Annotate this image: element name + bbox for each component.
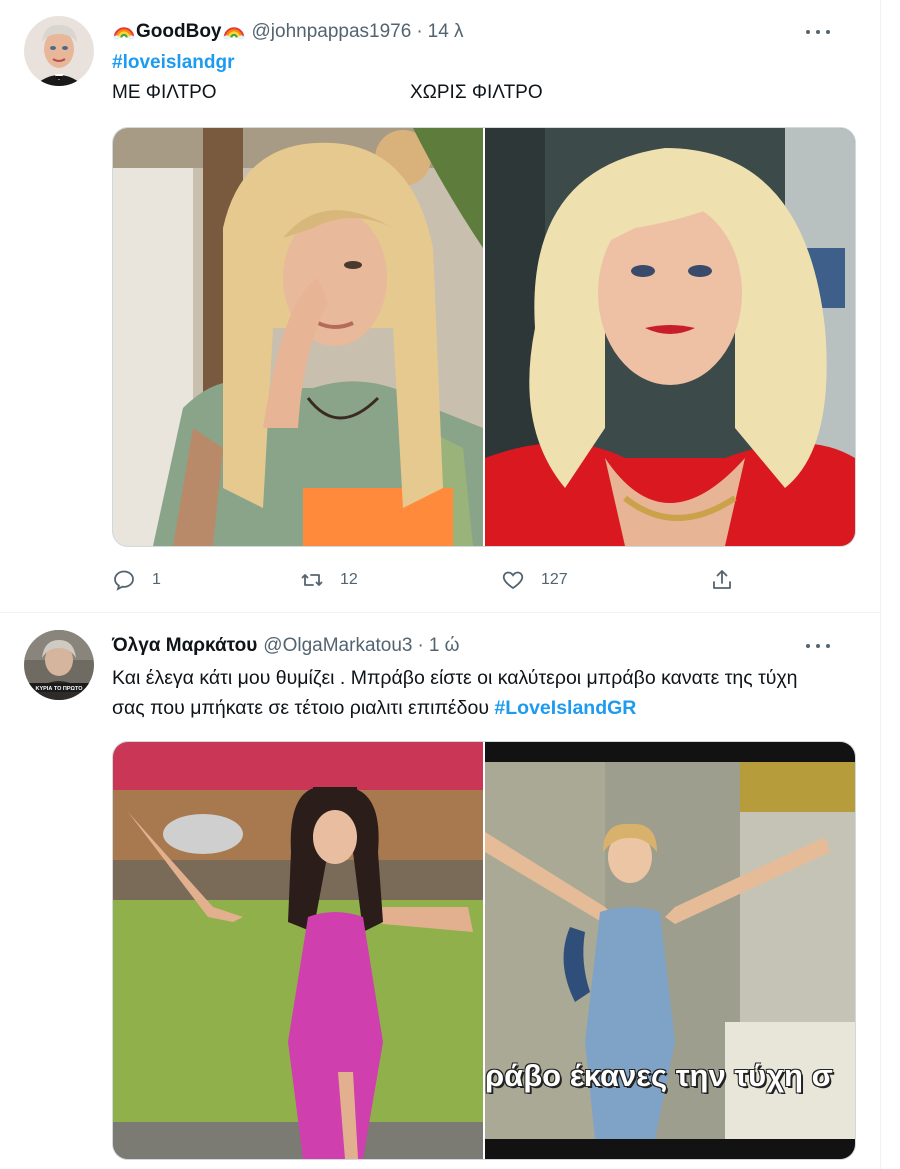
tweet-timestamp[interactable]: 1 ώ: [429, 635, 460, 657]
display-name-text[interactable]: GoodBoy: [136, 21, 222, 43]
reply-button[interactable]: 1: [112, 565, 161, 595]
tweet-1[interactable]: GoodBoy @johnpappas1976 · 14 λ #loveisla…: [0, 0, 880, 613]
media-grid: [112, 127, 856, 547]
tweet-text: ΜΕ ΦΙΛΤΡΟ ΧΩΡΙΣ ΦΙΛΤΡΟ: [112, 82, 772, 108]
reply-icon: [114, 570, 134, 591]
rainbow-emoji-icon: [222, 27, 245, 40]
tweet-header: GoodBoy @johnpappas1976 · 14 λ: [112, 18, 856, 46]
user-handle[interactable]: @johnpappas1976: [252, 21, 412, 43]
like-button[interactable]: 127: [501, 565, 568, 595]
display-name[interactable]: GoodBoy: [112, 21, 246, 43]
retweet-button[interactable]: 12: [300, 565, 358, 595]
reply-count: 1: [152, 571, 161, 588]
share-button[interactable]: [710, 565, 750, 595]
separator-dot: ·: [416, 21, 423, 42]
avatar-caption: ΚΥΡΙΑ ΤΟ ΠΡΩΤΟ: [36, 686, 84, 692]
caption-with-filter: ΜΕ ΦΙΛΤΡΟ: [112, 82, 217, 103]
rainbow-emoji-icon: [113, 27, 135, 40]
more-icon[interactable]: [806, 22, 830, 42]
user-handle[interactable]: @OlgaMarkatou3: [263, 635, 412, 657]
avatar[interactable]: [24, 16, 94, 86]
tweet-2[interactable]: ΚΥΡΙΑ ΤΟ ΠΡΩΤΟ Όλγα Μαρκάτου @OlgaMarkat…: [0, 613, 880, 1169]
tweet-text-body: Και έλεγα κάτι μου θυμίζει . Μπράβο είστ…: [112, 667, 798, 719]
separator-dot: ·: [417, 635, 424, 656]
photo-left[interactable]: [113, 742, 483, 1159]
heart-icon: [502, 571, 524, 590]
hashtag-link[interactable]: #LoveIslandGR: [494, 697, 636, 719]
share-icon: [713, 570, 731, 589]
tweet-text: Και έλεγα κάτι μου θυμίζει . Μπράβο είστ…: [112, 663, 832, 723]
video-right[interactable]: ράβο έκανες την τύχη σ: [485, 742, 855, 1159]
photo-left[interactable]: [113, 128, 483, 546]
tweet-actions: 1 12 127: [112, 565, 752, 595]
media-grid: ράβο έκανες την τύχη σ: [112, 741, 856, 1160]
like-count: 127: [541, 571, 568, 588]
more-icon[interactable]: [806, 636, 830, 656]
tweet-header: Όλγα Μαρκάτου @OlgaMarkatou3 · 1 ώ: [112, 632, 856, 660]
avatar[interactable]: ΚΥΡΙΑ ΤΟ ΠΡΩΤΟ: [24, 630, 94, 700]
retweet-count: 12: [340, 571, 358, 588]
display-name[interactable]: Όλγα Μαρκάτου: [112, 635, 257, 657]
timeline-feed: GoodBoy @johnpappas1976 · 14 λ #loveisla…: [0, 0, 881, 1169]
tweet-timestamp[interactable]: 14 λ: [428, 21, 464, 43]
photo-right[interactable]: [485, 128, 855, 546]
hashtag-link[interactable]: #loveislandgr: [112, 52, 235, 74]
caption-without-filter: ΧΩΡΙΣ ΦΙΛΤΡΟ: [410, 82, 543, 103]
video-subtitle: ράβο έκανες την τύχη σ: [485, 1058, 833, 1093]
retweet-icon: [301, 574, 323, 586]
